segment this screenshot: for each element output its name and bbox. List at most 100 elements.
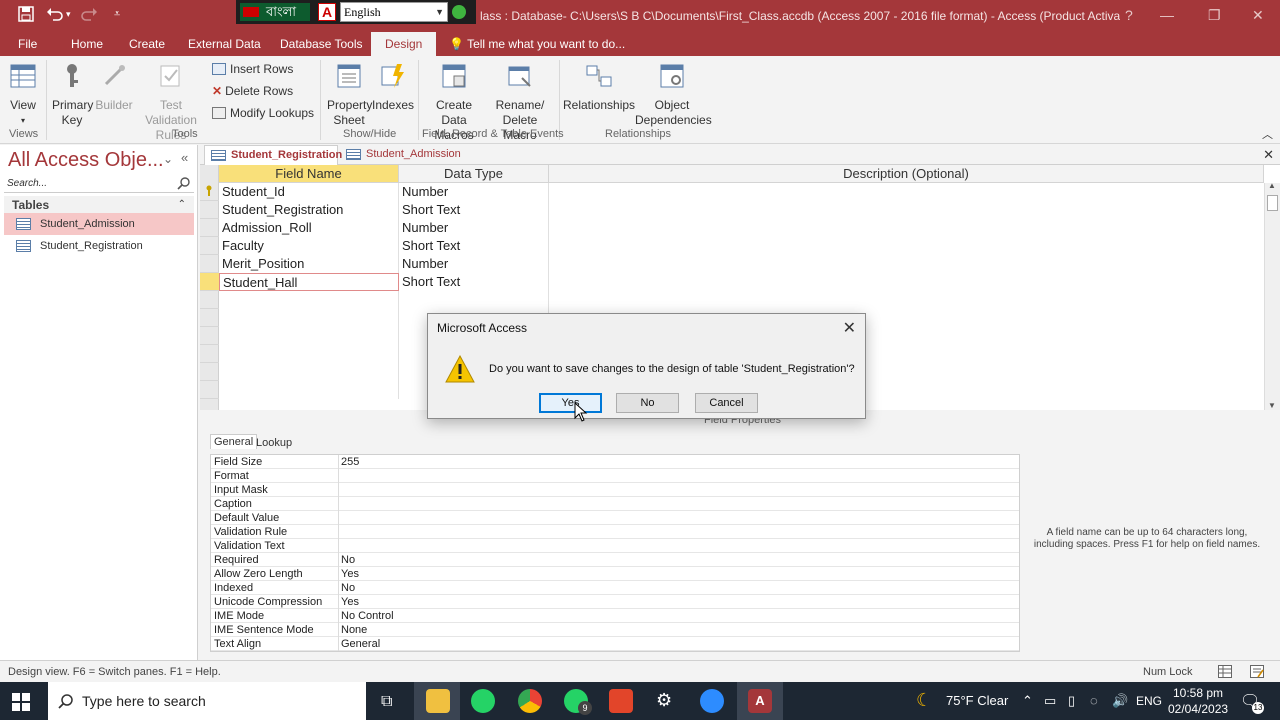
empty-cell[interactable] xyxy=(219,345,399,363)
whatsapp-business-icon[interactable]: 9 xyxy=(564,689,592,715)
grid-vertical-scrollbar[interactable]: ▲ ▼ xyxy=(1264,181,1280,410)
minimize-icon[interactable]: — xyxy=(1160,7,1174,23)
battery-icon[interactable]: ▯ xyxy=(1068,693,1075,709)
wifi-icon[interactable]: ◌ xyxy=(1090,693,1098,708)
settings-gear-icon[interactable]: ⚙ xyxy=(656,690,672,711)
property-value[interactable]: No Control xyxy=(338,609,1018,623)
search-icon[interactable] xyxy=(177,176,191,193)
tab-design[interactable]: Design xyxy=(371,32,437,56)
network-icon[interactable]: ▭ xyxy=(1044,693,1056,709)
row-selector[interactable] xyxy=(200,309,219,327)
datasheet-view-icon[interactable] xyxy=(1218,665,1232,681)
bengali-input-indicator[interactable]: বাংলা xyxy=(240,3,310,21)
field-name-cell[interactable]: Merit_Position xyxy=(219,255,399,273)
row-selector[interactable] xyxy=(200,201,219,219)
tell-me-box[interactable]: 💡 Tell me what you want to do... xyxy=(449,37,625,51)
empty-cell[interactable] xyxy=(399,291,549,309)
property-value[interactable] xyxy=(338,469,1018,483)
property-value[interactable] xyxy=(338,511,1018,525)
data-type-cell[interactable]: Number xyxy=(399,183,549,201)
column-header-data-type[interactable]: Data Type xyxy=(399,165,549,183)
office-icon[interactable] xyxy=(609,689,633,713)
customize-qat-icon[interactable]: ⩡ xyxy=(114,8,120,21)
row-selector[interactable] xyxy=(200,345,219,363)
row-selector[interactable] xyxy=(200,183,219,201)
property-value[interactable]: Yes xyxy=(338,567,1018,581)
row-selector[interactable] xyxy=(200,327,219,345)
nav-item-student-registration[interactable]: Student_Registration xyxy=(4,235,194,257)
data-type-cell[interactable]: Short Text xyxy=(399,237,549,255)
property-value[interactable] xyxy=(338,525,1018,539)
design-view-icon[interactable] xyxy=(1250,665,1264,681)
doc-tab-student-registration[interactable]: Student_Registration xyxy=(204,145,342,165)
field-name-cell[interactable]: Student_Registration xyxy=(219,201,399,219)
delete-rows-button[interactable]: ✕ Delete Rows xyxy=(212,84,293,98)
column-header-description[interactable]: Description (Optional) xyxy=(549,165,1264,183)
close-window-icon[interactable]: ✕ xyxy=(1252,7,1264,24)
save-icon[interactable] xyxy=(18,6,34,26)
data-type-cell[interactable]: Number xyxy=(399,219,549,237)
property-value[interactable]: 255 xyxy=(338,455,1018,469)
modify-lookups-button[interactable]: Modify Lookups xyxy=(212,106,314,120)
volume-icon[interactable]: 🔊 xyxy=(1112,693,1128,709)
property-value[interactable]: General xyxy=(338,637,1018,651)
maximize-icon[interactable]: ❐ xyxy=(1208,7,1221,24)
file-explorer-icon[interactable] xyxy=(426,689,450,713)
nav-item-student-admission[interactable]: Student_Admission xyxy=(4,213,194,235)
language-combo[interactable]: English ▼ xyxy=(340,2,448,22)
field-name-cell[interactable]: Student_Hall xyxy=(219,273,399,291)
doc-tab-student-admission[interactable]: Student_Admission xyxy=(340,145,464,165)
close-document-icon[interactable]: ✕ xyxy=(1263,147,1274,163)
chrome-icon[interactable] xyxy=(518,689,542,713)
nav-menu-icon[interactable]: ⌄ xyxy=(163,152,173,166)
property-value[interactable] xyxy=(338,483,1018,497)
property-value[interactable]: No xyxy=(338,581,1018,595)
scroll-up-icon[interactable]: ▲ xyxy=(1268,181,1276,190)
scroll-down-icon[interactable]: ▼ xyxy=(1268,401,1276,410)
go-icon[interactable] xyxy=(452,5,466,19)
property-value[interactable]: No xyxy=(338,553,1018,567)
row-selector[interactable] xyxy=(200,291,219,309)
access-app-icon[interactable]: A xyxy=(748,689,772,713)
tab-file[interactable]: File xyxy=(18,37,37,51)
empty-cell[interactable] xyxy=(219,381,399,399)
property-sheet-button[interactable]: Property Sheet xyxy=(326,56,372,128)
field-name-cell[interactable]: Student_Id xyxy=(219,183,399,201)
tab-database-tools[interactable]: Database Tools xyxy=(280,37,363,51)
row-selector[interactable] xyxy=(200,381,219,399)
weather-text[interactable]: 75°F Clear xyxy=(946,693,1008,708)
help-icon[interactable]: ? xyxy=(1125,7,1133,23)
column-header-field-name[interactable]: Field Name xyxy=(219,165,399,183)
empty-cell[interactable] xyxy=(219,327,399,345)
chevron-up-icon[interactable]: ⌃ xyxy=(1022,693,1033,709)
undo-icon[interactable] xyxy=(46,6,64,26)
nav-section-tables[interactable]: Tables ⌃ xyxy=(4,196,194,214)
object-dependencies-button[interactable]: Object Dependencies xyxy=(634,56,712,128)
zoom-icon[interactable] xyxy=(700,689,724,713)
tab-general[interactable]: General xyxy=(210,434,258,449)
row-selector[interactable] xyxy=(200,363,219,381)
row-selector-current[interactable] xyxy=(200,273,219,291)
field-name-cell[interactable]: Faculty xyxy=(219,237,399,255)
tab-external-data[interactable]: External Data xyxy=(188,37,261,51)
tab-lookup[interactable]: Lookup xyxy=(256,437,292,449)
task-view-icon[interactable]: ⧉ xyxy=(381,693,392,711)
primary-key-button[interactable]: Primary Key xyxy=(50,56,94,128)
data-type-cell[interactable]: Short Text xyxy=(399,273,549,291)
nav-header[interactable]: All Access Obje... xyxy=(8,149,164,172)
language-indicator[interactable]: ENG xyxy=(1136,694,1162,708)
yes-button[interactable]: Yes xyxy=(539,393,602,413)
empty-cell[interactable] xyxy=(219,309,399,327)
taskbar-search-box[interactable]: Type here to search xyxy=(48,682,366,720)
collapse-ribbon-icon[interactable]: ︿ xyxy=(1262,126,1273,142)
property-value[interactable]: None xyxy=(338,623,1018,637)
relationships-button[interactable]: Relationships xyxy=(563,56,635,113)
tab-home[interactable]: Home xyxy=(71,37,103,51)
property-value[interactable]: Yes xyxy=(338,595,1018,609)
undo-dropdown-icon[interactable]: ▾ xyxy=(66,9,71,20)
empty-cell[interactable] xyxy=(219,291,399,309)
insert-rows-button[interactable]: Insert Rows xyxy=(212,62,293,76)
indexes-button[interactable]: Indexes xyxy=(372,56,414,113)
adobe-icon[interactable]: A xyxy=(318,3,336,21)
row-selector[interactable] xyxy=(200,237,219,255)
